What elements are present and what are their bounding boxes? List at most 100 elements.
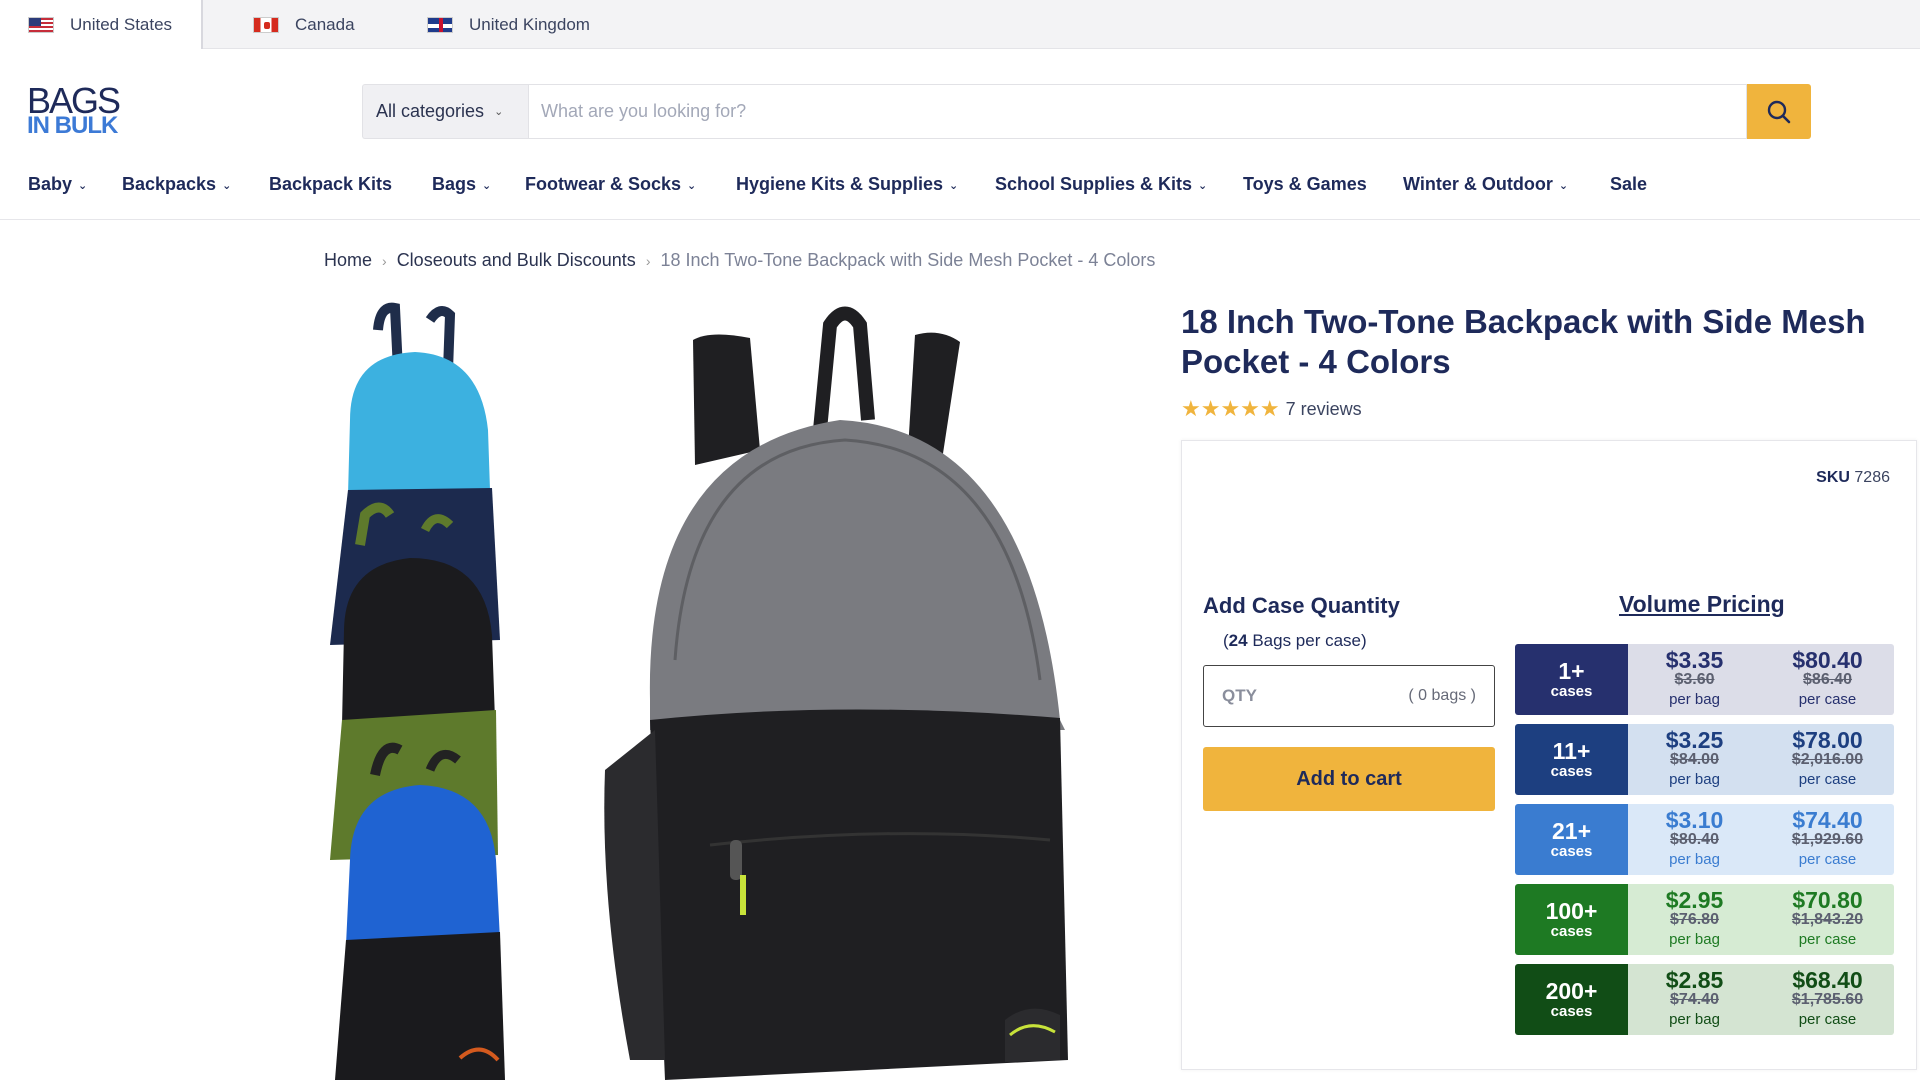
- case-old-price: $1,785.60: [1791, 990, 1864, 1008]
- nav-item-sale[interactable]: Sale: [1610, 174, 1647, 195]
- search-input[interactable]: [528, 84, 1747, 139]
- per-case-label: per case: [1798, 930, 1857, 948]
- tier-prices: $3.35 $3.60 per bag $80.40 $86.40 per case: [1628, 644, 1894, 715]
- logo-line-2: IN BULK: [27, 112, 118, 139]
- product-sku: SKU 7286: [1816, 469, 1890, 487]
- tier-quantity-value: 200+: [1545, 978, 1598, 1004]
- add-case-quantity-label: Add Case Quantity: [1203, 593, 1400, 618]
- nav-item-toys-games[interactable]: Toys & Games: [1243, 174, 1367, 195]
- product-rating[interactable]: ★★★★★ 7 reviews: [1181, 396, 1362, 422]
- nav-item-bags[interactable]: Bags ⌄: [432, 174, 491, 195]
- tier-prices: $2.95 $76.80 per bag $70.80 $1,843.20 per ca…: [1628, 884, 1894, 955]
- nav-item-baby[interactable]: Baby ⌄: [28, 174, 87, 195]
- tier-cases-label: cases: [1550, 683, 1593, 700]
- country-label: United States: [70, 14, 173, 34]
- uk-flag-icon: [427, 16, 453, 33]
- case-old-price: $2,016.00: [1791, 750, 1864, 768]
- per-bag-column: $3.35 $3.60 per bag: [1628, 644, 1761, 715]
- nav-item-school-supplies[interactable]: School Supplies & Kits ⌄: [995, 174, 1207, 195]
- per-bag-column: $2.85 $74.40 per bag: [1628, 964, 1761, 1035]
- bags-per-case-value: 24: [1228, 631, 1248, 650]
- nav-label: Hygiene Kits & Supplies: [736, 174, 944, 194]
- nav-label: Baby: [28, 174, 73, 194]
- tier-quantity-value: 11+: [1552, 738, 1591, 764]
- chevron-down-icon: ⌄: [78, 180, 88, 192]
- review-count: 7 reviews: [1285, 398, 1362, 419]
- gray-black-backpack-image[interactable]: [590, 300, 1130, 1080]
- case-price: $80.40: [1792, 646, 1863, 673]
- category-select[interactable]: All categories ⌄: [362, 84, 528, 139]
- chevron-down-icon: ⌄: [687, 180, 697, 192]
- volume-pricing-title[interactable]: Volume Pricing: [1619, 591, 1785, 618]
- sku-label: SKU: [1816, 469, 1850, 486]
- site-logo[interactable]: BAGS IN BULK: [27, 83, 131, 139]
- per-case-label: per case: [1798, 770, 1857, 788]
- bag-price: $3.10: [1665, 806, 1724, 833]
- country-selector-bar: United States Canada United Kingdom: [0, 0, 1920, 49]
- country-label: United Kingdom: [469, 14, 590, 34]
- bag-old-price: $80.40: [1670, 830, 1719, 848]
- per-bag-label: per bag: [1669, 770, 1720, 788]
- category-select-label: All categories: [376, 101, 485, 121]
- tier-quantity: 11+ cases: [1515, 724, 1628, 795]
- per-bag-label: per bag: [1669, 690, 1720, 708]
- search-button[interactable]: [1747, 84, 1811, 139]
- nav-item-backpack-kits[interactable]: Backpack Kits: [269, 174, 392, 195]
- quantity-input[interactable]: [1222, 686, 1372, 706]
- rating-stars-icon: ★★★★★: [1181, 396, 1280, 421]
- country-canada[interactable]: Canada: [253, 0, 355, 49]
- chevron-down-icon: ⌄: [1558, 180, 1569, 192]
- stacked-backpacks-image[interactable]: [320, 300, 580, 1080]
- per-case-column: $68.40 $1,785.60 per case: [1761, 964, 1894, 1035]
- case-price: $68.40: [1792, 966, 1863, 993]
- volume-pricing-table: 1+ cases $3.35 $3.60 per bag $80.40 $86.40 pe…: [1515, 644, 1894, 1044]
- case-price: $74.40: [1792, 806, 1863, 833]
- bag-old-price: $76.80: [1670, 910, 1719, 928]
- search-bar: All categories ⌄: [362, 84, 1811, 139]
- chevron-down-icon: ⌄: [222, 180, 232, 192]
- country-label: Canada: [295, 14, 355, 34]
- pricing-tier: 100+ cases $2.95 $76.80 per bag $70.80 $1,84…: [1515, 884, 1894, 955]
- canada-flag-icon: [253, 16, 279, 33]
- chevron-down-icon: ⌄: [494, 106, 504, 118]
- case-info-suffix: Bags per case): [1247, 631, 1367, 650]
- nav-label: Footwear & Socks: [525, 174, 682, 194]
- breadcrumb: Home › Closeouts and Bulk Discounts › 18 Inc…: [324, 250, 1155, 271]
- nav-label: Bags: [432, 174, 477, 194]
- nav-label: Winter & Outdoor: [1403, 174, 1553, 194]
- per-case-label: per case: [1798, 850, 1857, 868]
- country-united-kingdom[interactable]: United Kingdom: [427, 0, 590, 49]
- main-navigation: Baby ⌄ Backpacks ⌄ Backpack Kits Bags ⌄ Foo…: [0, 160, 1920, 220]
- tier-quantity-value: 1+: [1558, 658, 1585, 684]
- pricing-tier: 11+ cases $3.25 $84.00 per bag $78.00 $2,016…: [1515, 724, 1894, 795]
- nav-label: Sale: [1610, 174, 1648, 194]
- per-case-column: $78.00 $2,016.00 per case: [1761, 724, 1894, 795]
- breadcrumb-category-link[interactable]: Closeouts and Bulk Discounts: [397, 250, 636, 270]
- tier-quantity: 100+ cases: [1515, 884, 1628, 955]
- add-to-cart-button[interactable]: Add to cart: [1203, 747, 1495, 811]
- pricing-tier: 200+ cases $2.85 $74.40 per bag $68.40 $1,78…: [1515, 964, 1894, 1035]
- tier-quantity-value: 21+: [1551, 818, 1591, 844]
- breadcrumb-home-link[interactable]: Home: [324, 250, 372, 270]
- nav-item-hygiene-kits[interactable]: Hygiene Kits & Supplies ⌄: [736, 174, 958, 195]
- bag-old-price: $84.00: [1670, 750, 1719, 768]
- tier-prices: $3.25 $84.00 per bag $78.00 $2,016.00 per ca…: [1628, 724, 1894, 795]
- per-case-label: per case: [1798, 690, 1857, 708]
- chevron-down-icon: ⌄: [482, 180, 492, 192]
- tier-prices: $3.10 $80.40 per bag $74.40 $1,929.60 per ca…: [1628, 804, 1894, 875]
- case-price: $78.00: [1792, 726, 1863, 753]
- case-old-price: $1,843.20: [1791, 910, 1864, 928]
- per-case-column: $80.40 $86.40 per case: [1761, 644, 1894, 715]
- per-bag-label: per bag: [1669, 930, 1720, 948]
- per-bag-column: $3.25 $84.00 per bag: [1628, 724, 1761, 795]
- nav-item-backpacks[interactable]: Backpacks ⌄: [122, 174, 231, 195]
- chevron-down-icon: ⌄: [1198, 180, 1208, 192]
- bags-per-case-info: (24 Bags per case): [1223, 631, 1367, 651]
- tier-quantity: 1+ cases: [1515, 644, 1628, 715]
- country-united-states[interactable]: United States: [0, 0, 203, 49]
- quantity-bags-count: ( 0 bags ): [1408, 687, 1476, 704]
- chevron-down-icon: ⌄: [949, 180, 959, 192]
- per-bag-label: per bag: [1669, 1010, 1720, 1028]
- nav-item-winter-outdoor[interactable]: Winter & Outdoor ⌄: [1403, 174, 1568, 195]
- nav-item-footwear-socks[interactable]: Footwear & Socks ⌄: [525, 174, 696, 195]
